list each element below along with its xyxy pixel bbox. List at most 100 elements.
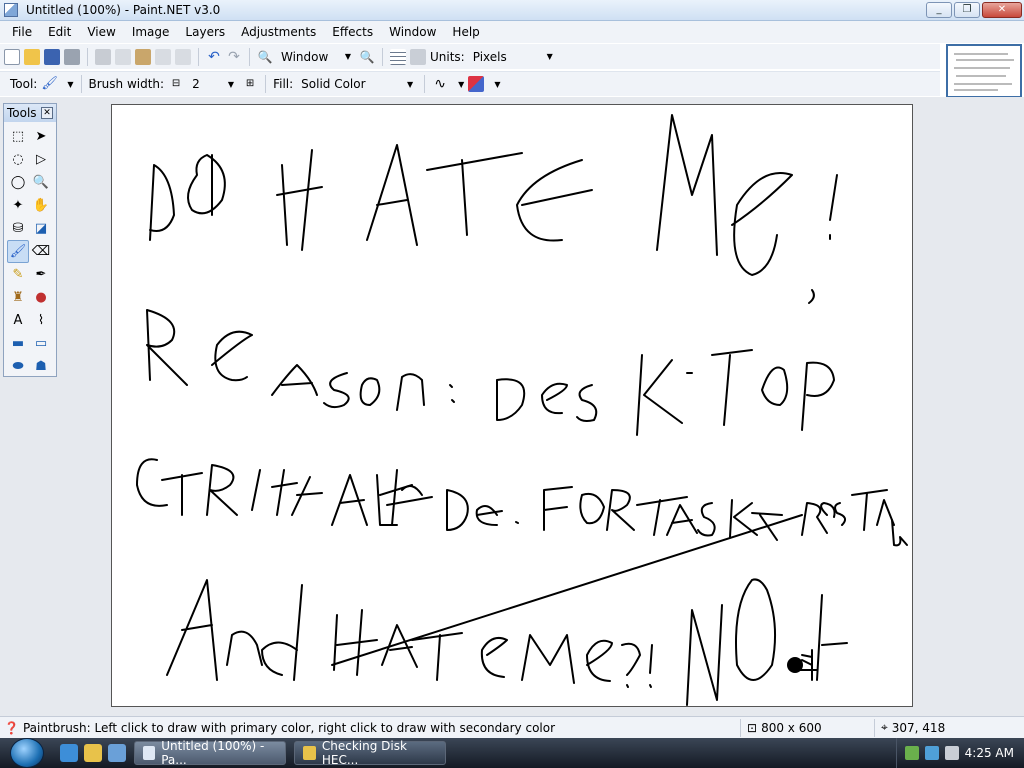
rectangle-select-icon[interactable]: ⬚ — [7, 125, 29, 148]
maximize-button[interactable]: ❐ — [954, 2, 980, 18]
chevron-down-icon[interactable]: ▼ — [458, 80, 464, 89]
paste-icon[interactable] — [135, 48, 151, 65]
menu-edit[interactable]: Edit — [40, 22, 79, 42]
image-size-cell: ⊡ 800 x 600 — [740, 718, 874, 737]
save-icon[interactable] — [44, 48, 60, 65]
brush-width-value: 2 — [192, 77, 200, 91]
grid-icon[interactable] — [390, 48, 406, 65]
fill-dropdown[interactable]: Solid Color ▼ — [297, 75, 417, 93]
line-curve-icon[interactable]: ⌇ — [30, 309, 52, 332]
close-button[interactable]: ✕ — [982, 2, 1022, 18]
zoom-dropdown[interactable]: Window ▼ — [277, 48, 355, 66]
cut-icon[interactable] — [95, 48, 111, 65]
image-canvas[interactable] — [111, 104, 913, 707]
tools-title-bar[interactable]: Tools ✕ — [4, 104, 56, 122]
taskbar: Untitled (100%) - Pa... Checking Disk HE… — [0, 738, 1024, 768]
ellipse-select-icon[interactable]: ◯ — [7, 171, 29, 194]
units-label: Units: — [430, 49, 465, 64]
menu-image[interactable]: Image — [124, 22, 178, 42]
paintbrush-icon[interactable]: 🖌 — [41, 76, 58, 92]
paintbrush-icon: ❓ — [4, 720, 19, 735]
rectangle-icon[interactable]: ▬ — [7, 332, 29, 355]
menu-layers[interactable]: Layers — [177, 22, 233, 42]
freeform-shape-icon[interactable]: ☗ — [30, 355, 52, 378]
status-bar: ❓ Paintbrush: Left click to draw with pr… — [0, 716, 1024, 738]
brush-width-dropdown[interactable]: 2 ▼ — [188, 75, 238, 93]
zoom-icon[interactable]: 🔍 — [30, 171, 52, 194]
status-help: ❓ Paintbrush: Left click to draw with pr… — [0, 721, 740, 735]
crop-icon[interactable] — [155, 48, 171, 65]
start-button[interactable] — [10, 738, 44, 768]
toolbar-separator — [87, 47, 88, 66]
taskbar-button-checkdisk[interactable]: Checking Disk HEC... — [294, 739, 446, 767]
units-dropdown[interactable]: Pixels ▼ — [469, 48, 557, 66]
new-icon[interactable] — [4, 48, 20, 65]
tool-label: Tool: — [10, 77, 38, 91]
image-thumbnail[interactable] — [946, 44, 1022, 98]
eraser-icon[interactable]: ⌫ — [30, 240, 52, 263]
lasso-select-icon[interactable]: ◌ — [7, 148, 29, 171]
paint-bucket-icon[interactable]: ⛁ — [7, 217, 29, 240]
deselect-icon[interactable] — [175, 48, 191, 65]
clone-stamp-icon[interactable]: ♜ — [7, 286, 29, 309]
main-toolbar: ↶ ↷ 🔍 Window ▼ 🔍 Units: Pixels ▼ — [0, 44, 940, 69]
chevron-down-icon: ▼ — [407, 79, 414, 89]
minimize-button[interactable]: _ — [926, 2, 952, 18]
zoom-in-icon[interactable]: 🔍 — [359, 49, 375, 65]
network-icon[interactable] — [904, 746, 919, 760]
chevron-down-icon: ▼ — [344, 52, 351, 61]
antialiasing-icon[interactable]: ∿ — [432, 76, 448, 92]
magic-wand-icon[interactable]: ✦ — [7, 194, 29, 217]
blend-mode-icon[interactable] — [468, 76, 485, 92]
toolbar-separator — [382, 47, 383, 66]
clock[interactable]: 4:25 AM — [965, 746, 1014, 760]
brush-width-label: Brush width: — [88, 77, 165, 91]
color-picker-icon[interactable]: ✒ — [30, 263, 52, 286]
pencil-icon[interactable]: ✎ — [7, 263, 29, 286]
decrease-icon[interactable]: ⊟ — [168, 76, 184, 92]
cursor-position-value: 307, 418 — [891, 720, 946, 735]
folder-icon — [303, 746, 316, 760]
pan-icon[interactable]: ✋ — [30, 194, 52, 217]
rounded-rectangle-icon[interactable]: ▭ — [30, 332, 52, 355]
move-selected-icon[interactable]: ➤ — [30, 125, 52, 148]
recolor-icon[interactable]: ● — [30, 286, 52, 309]
show-desktop-icon[interactable] — [108, 744, 126, 762]
menu-view[interactable]: View — [79, 22, 123, 42]
status-help-text: Paintbrush: Left click to draw with prim… — [22, 720, 556, 735]
menu-bar: File Edit View Image Layers Adjustments … — [0, 21, 1024, 43]
gradient-icon[interactable]: ◪ — [30, 217, 52, 240]
system-tray: 4:25 AM — [895, 738, 1024, 768]
title-bar: Untitled (100%) - Paint.NET v3.0 _ ❐ ✕ — [0, 0, 1024, 21]
chevron-down-icon: ▼ — [546, 52, 553, 61]
menu-file[interactable]: File — [4, 22, 40, 42]
menu-effects[interactable]: Effects — [324, 22, 381, 42]
chevron-down-icon[interactable]: ▼ — [67, 80, 73, 89]
ruler-icon[interactable] — [410, 48, 426, 65]
zoom-out-icon[interactable]: 🔍 — [257, 49, 273, 65]
close-icon[interactable]: ✕ — [41, 107, 53, 119]
open-folder-icon[interactable] — [24, 48, 40, 65]
internet-explorer-icon[interactable] — [60, 744, 78, 762]
paintbrush-tool-icon[interactable]: 🖌 — [7, 240, 29, 263]
ellipse-icon[interactable]: ⬬ — [7, 355, 29, 378]
copy-icon[interactable] — [115, 48, 131, 65]
move-selection-icon[interactable]: ▷ — [30, 148, 52, 171]
folder-icon[interactable] — [84, 744, 102, 762]
taskbar-button-paintnet[interactable]: Untitled (100%) - Pa... — [134, 739, 286, 767]
volume-icon[interactable] — [944, 746, 959, 760]
taskbar-button-label: Checking Disk HEC... — [321, 739, 407, 767]
menu-window[interactable]: Window — [381, 22, 444, 42]
menu-adjustments[interactable]: Adjustments — [233, 22, 324, 42]
security-icon[interactable] — [924, 746, 939, 760]
toolbar-separator — [249, 47, 250, 66]
undo-icon[interactable]: ↶ — [206, 49, 222, 65]
print-icon[interactable] — [64, 48, 80, 65]
redo-icon[interactable]: ↷ — [226, 49, 242, 65]
menu-help[interactable]: Help — [444, 22, 487, 42]
tool-grid: ⬚ ➤ ◌ ▷ ◯ 🔍 ✦ ✋ ⛁ ◪ 🖌 ⌫ ✎ ✒ ♜ ● A ⌇ ▬ ▭ … — [4, 122, 56, 381]
toolbar-separator — [424, 75, 426, 93]
text-icon[interactable]: A — [7, 309, 29, 332]
increase-icon[interactable]: ⊞ — [242, 76, 258, 92]
chevron-down-icon[interactable]: ▼ — [494, 80, 500, 89]
